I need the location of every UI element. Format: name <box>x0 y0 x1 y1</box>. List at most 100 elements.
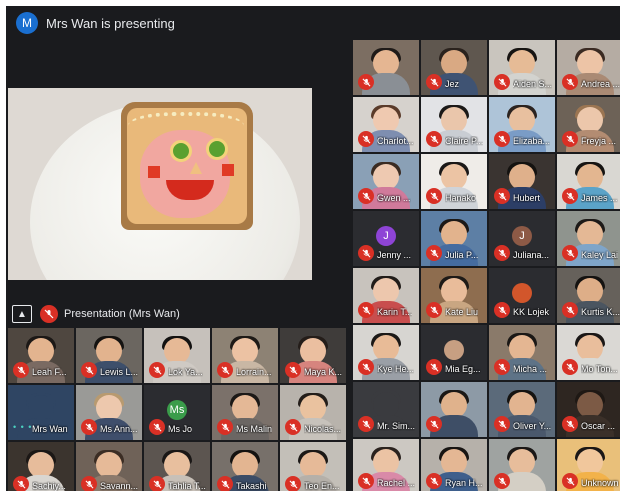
participant-tile[interactable]: Maya K... <box>280 328 346 383</box>
participant-tile[interactable] <box>489 439 555 491</box>
participant-face <box>232 451 258 478</box>
participant-tile[interactable]: Oscar ... <box>557 382 620 437</box>
participant-tile[interactable]: Julia P... <box>421 211 487 266</box>
participant-face <box>300 451 326 478</box>
participant-tile[interactable]: Elizaba... <box>489 97 555 152</box>
participant-tile[interactable]: Ryan H... <box>421 439 487 491</box>
mic-off-icon <box>562 245 578 261</box>
participant-name: Oliver Y... <box>513 421 552 431</box>
mic-off-icon <box>426 188 442 204</box>
participant-tile[interactable]: Gwen ... <box>353 154 419 209</box>
participant-tile[interactable]: Hanako <box>421 154 487 209</box>
participant-tile[interactable]: Lok Ya... <box>144 328 210 383</box>
participant-tile[interactable]: Kate Liu <box>421 268 487 323</box>
participant-name: Kaley Lai <box>581 250 619 260</box>
participant-name: Julia P... <box>445 250 479 260</box>
participant-tile[interactable]: Lorrain... <box>212 328 278 383</box>
participant-tile[interactable]: Aiden S... <box>489 40 555 95</box>
participant-face <box>164 451 190 478</box>
participant-tile[interactable]: Takashi <box>212 442 278 491</box>
participant-face <box>28 394 54 421</box>
participant-name: Mia Eg... <box>445 364 481 374</box>
participant-face <box>373 334 399 361</box>
mic-off-icon <box>285 419 301 435</box>
mic-off-icon <box>285 476 301 491</box>
pepper-cheek-left <box>148 166 160 178</box>
participant-tile[interactable]: Ms Ann... <box>76 385 142 440</box>
mic-off-icon <box>494 359 510 375</box>
mic-off-icon <box>358 359 374 375</box>
participant-tile[interactable]: Micha ... <box>489 325 555 380</box>
participant-tile[interactable]: Claire P... <box>421 97 487 152</box>
mic-off-icon <box>562 416 578 432</box>
participant-face <box>373 163 399 190</box>
participant-tile[interactable]: Teo En... <box>280 442 346 491</box>
participant-tile[interactable]: Lewis L... <box>76 328 142 383</box>
participant-tile[interactable]: Karin T... <box>353 268 419 323</box>
participant-tile[interactable]: Mia Eg... <box>421 325 487 380</box>
mic-off-icon <box>494 245 510 261</box>
mic-off-icon <box>426 245 442 261</box>
mic-off-icon <box>217 419 233 435</box>
mic-off-icon <box>149 419 165 435</box>
participant-face <box>441 391 467 418</box>
participant-tile[interactable]: J Jenny ... <box>353 211 419 266</box>
participant-tile[interactable]: Rachel ... <box>353 439 419 491</box>
presentation-bar: ▲ Presentation (Mrs Wan) <box>12 304 180 324</box>
participant-tile[interactable]: Ms Malin <box>212 385 278 440</box>
participant-face <box>441 49 467 76</box>
participant-tile[interactable]: • • • Mrs Wan <box>8 385 74 440</box>
participant-name: Claire P... <box>445 136 484 146</box>
participant-face <box>509 391 535 418</box>
participant-face <box>373 49 399 76</box>
participant-tile[interactable]: Leah F... <box>8 328 74 383</box>
participant-tile[interactable]: Mr. Sim... <box>353 382 419 437</box>
participant-name: Kurtis K... <box>581 307 620 317</box>
participant-name: Tahlia T... <box>168 481 206 491</box>
participant-face <box>164 337 190 364</box>
mic-off-icon <box>358 302 374 318</box>
participant-tile[interactable] <box>353 40 419 95</box>
pin-icon[interactable]: ▲ <box>12 305 32 323</box>
participant-tile[interactable]: Kye He... <box>353 325 419 380</box>
participant-tile[interactable]: Tahlia T... <box>144 442 210 491</box>
participant-tile[interactable]: James ... <box>557 154 620 209</box>
participant-tile[interactable]: Kurtis K... <box>557 268 620 323</box>
mic-off-icon <box>426 359 442 375</box>
participant-tile[interactable]: Nicolas... <box>280 385 346 440</box>
mic-off-icon <box>81 476 97 491</box>
participant-face <box>577 49 603 76</box>
participant-tile[interactable]: Sachiy... <box>8 442 74 491</box>
mic-off-icon <box>562 359 578 375</box>
participant-name: Karin T... <box>377 307 413 317</box>
participant-tile[interactable]: Jez <box>421 40 487 95</box>
mic-off-icon[interactable] <box>40 305 58 323</box>
participant-tile[interactable]: KK Lojek <box>489 268 555 323</box>
participant-tile[interactable]: Andrea ... <box>557 40 620 95</box>
participant-tile[interactable]: J Juliana... <box>489 211 555 266</box>
participant-tile[interactable]: Charlot... <box>353 97 419 152</box>
mic-off-icon <box>562 188 578 204</box>
participant-face <box>441 448 467 475</box>
participant-tile[interactable]: Oliver Y... <box>489 382 555 437</box>
mic-off-icon <box>494 416 510 432</box>
participant-name: Teo En... <box>304 481 340 491</box>
participant-tile[interactable]: Savann... <box>76 442 142 491</box>
participant-tile[interactable]: Unknown <box>557 439 620 491</box>
participant-face <box>300 337 326 364</box>
participant-face <box>441 220 467 247</box>
mic-off-icon <box>494 188 510 204</box>
participant-tile[interactable] <box>421 382 487 437</box>
participant-tile[interactable]: Kaley Lai <box>557 211 620 266</box>
participant-tile[interactable]: Hubert <box>489 154 555 209</box>
mic-off-icon <box>217 362 233 378</box>
participant-tile[interactable]: Mo Ton... <box>557 325 620 380</box>
participant-tile[interactable]: Ms Ms Jo <box>144 385 210 440</box>
participant-avatar: J <box>376 226 396 247</box>
participant-name: Lewis L... <box>100 367 139 377</box>
presentation-stage[interactable] <box>8 88 312 280</box>
participant-tile[interactable]: Freyja ... <box>557 97 620 152</box>
participant-name: Ms Ann... <box>100 424 138 434</box>
participant-face <box>441 163 467 190</box>
participant-face <box>96 337 122 364</box>
